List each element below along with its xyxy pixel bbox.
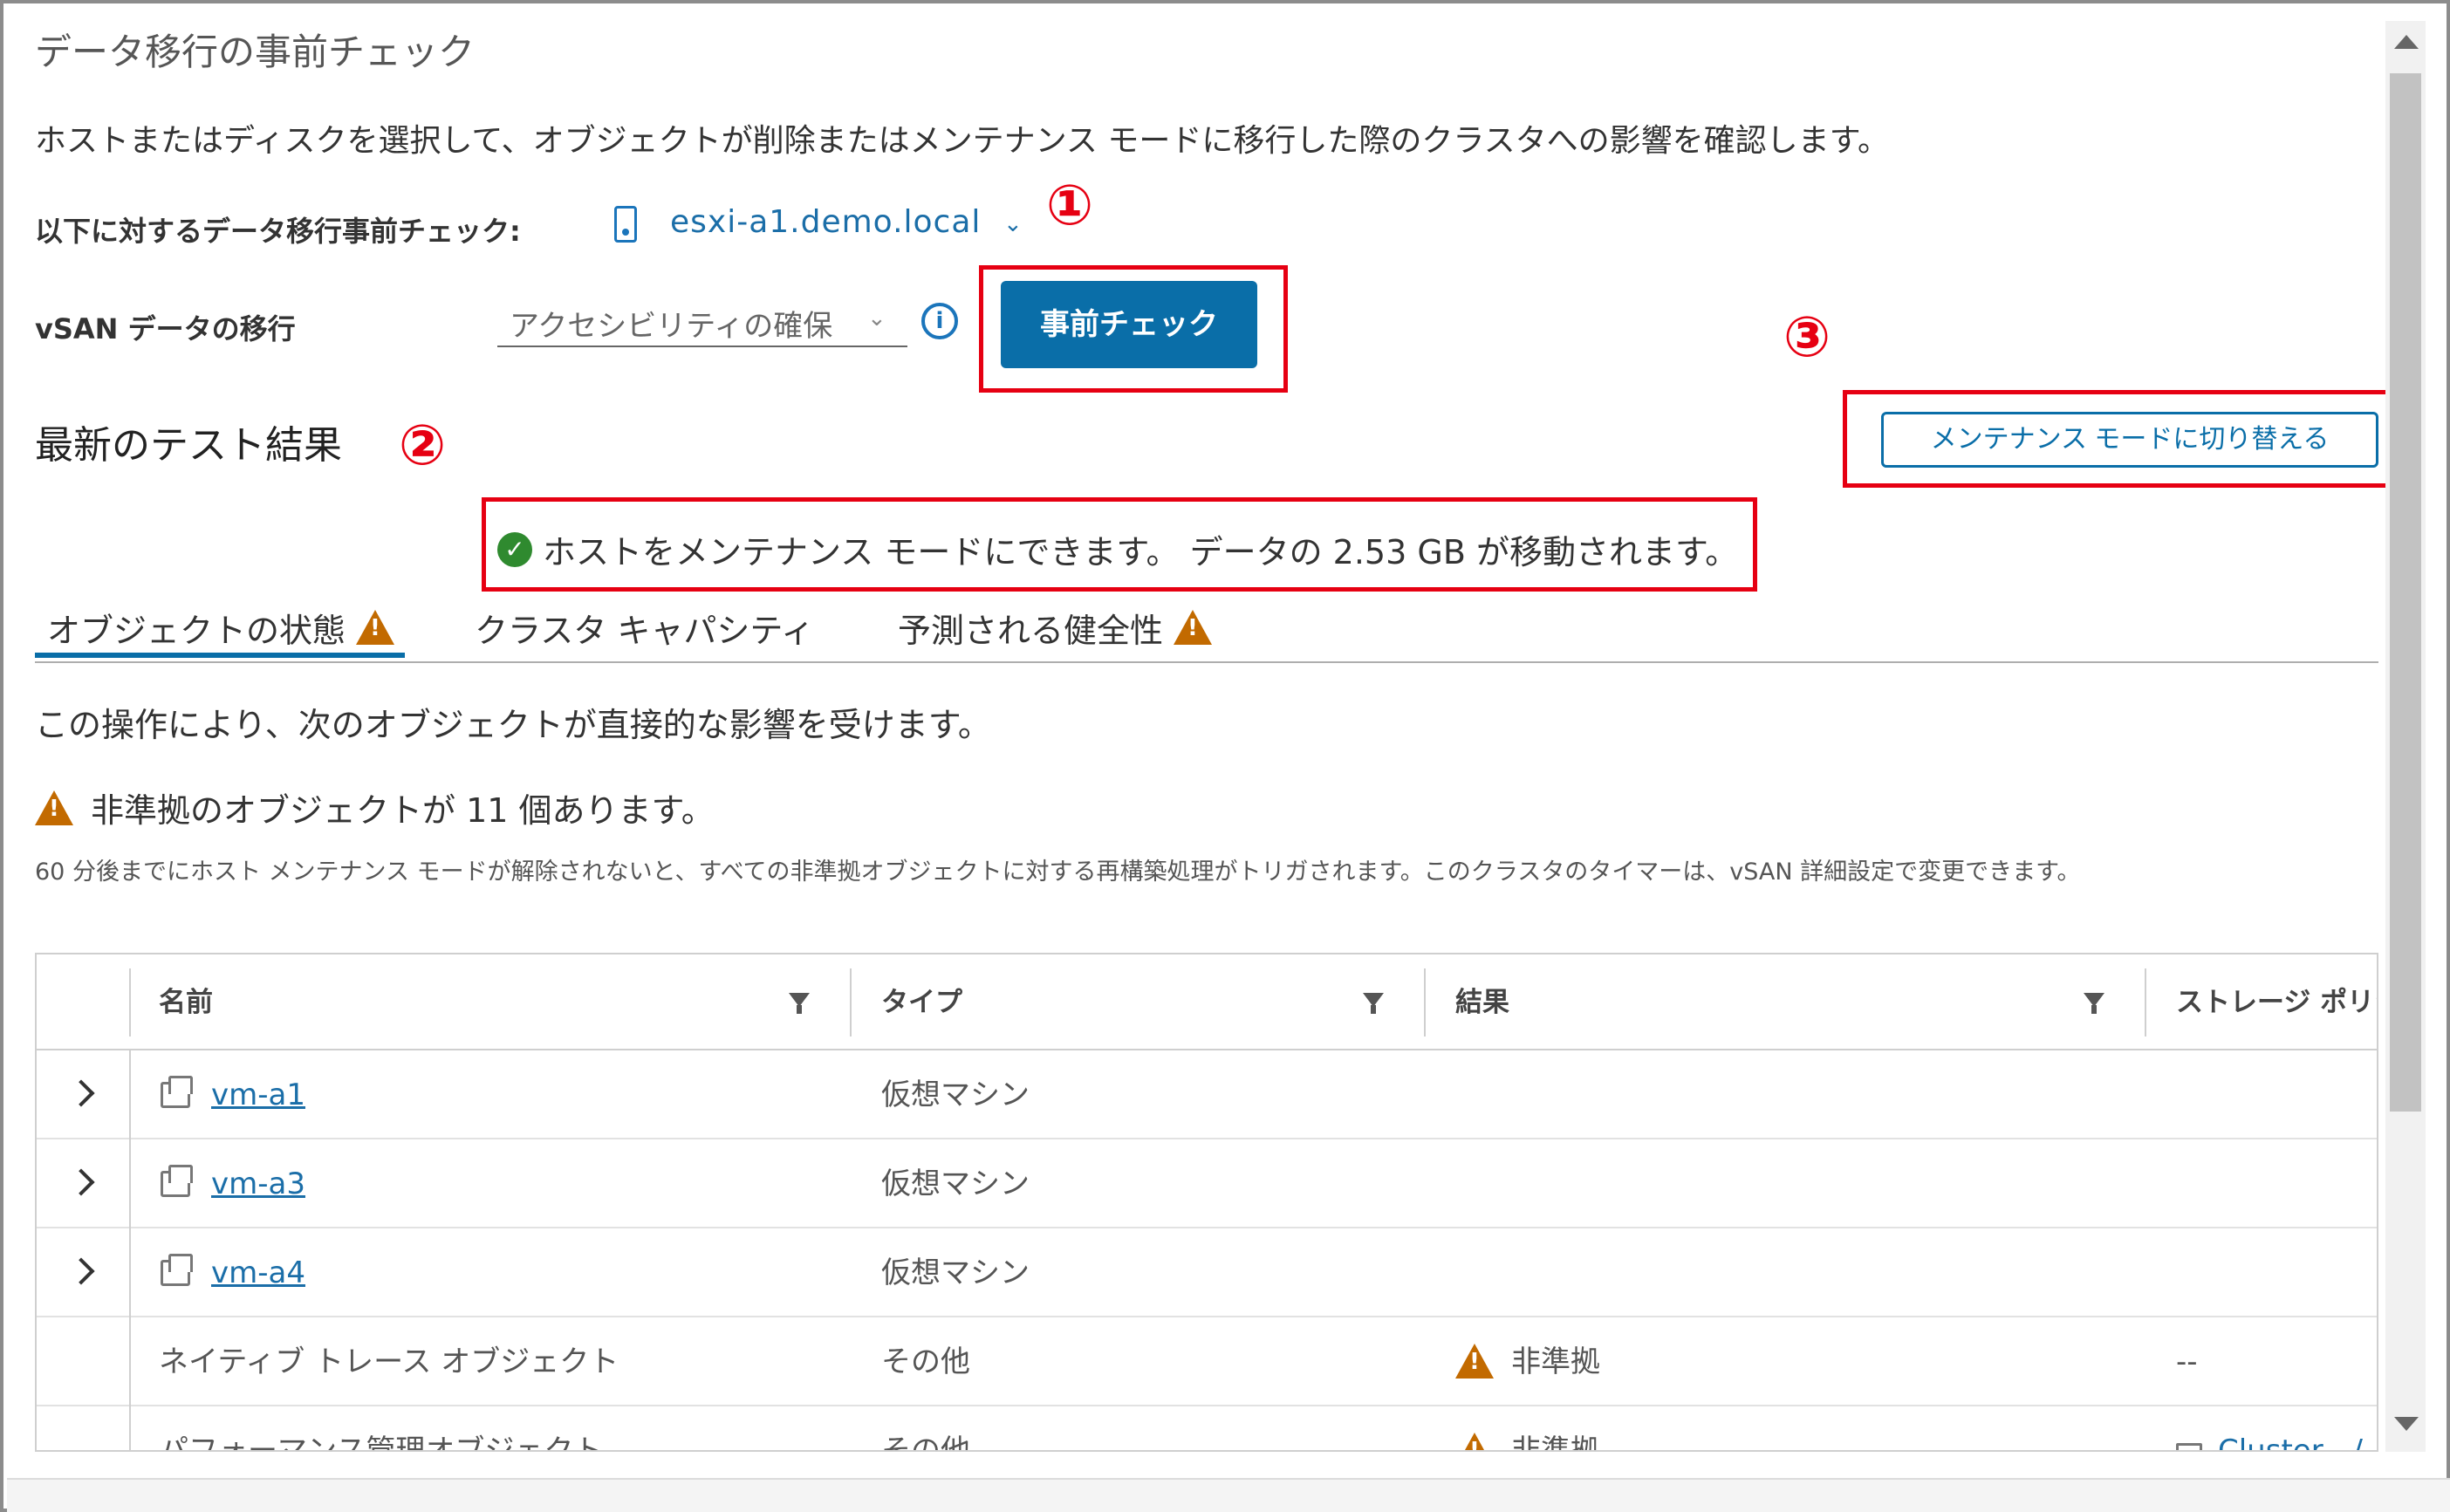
- warning-icon: [1455, 1344, 1494, 1379]
- select-chevron-icon[interactable]: ⌄: [867, 305, 886, 332]
- column-header-result[interactable]: 結果: [1455, 954, 1509, 1050]
- column-header-type[interactable]: タイプ: [881, 954, 962, 1050]
- annotation-number-1: ①: [1046, 174, 1094, 238]
- warning-icon: [1455, 1433, 1494, 1450]
- noncompliant-text: 非準拠のオブジェクトが 11 個あります。: [91, 791, 715, 830]
- row-storage-policy: --: [2176, 1344, 2198, 1379]
- table-header: 名前 タイプ 結果 ストレージ ポリシ: [37, 954, 2377, 1050]
- annotation-box-3: [1843, 390, 2406, 488]
- tab-divider: [35, 661, 2378, 663]
- row-separator: [129, 1050, 131, 1139]
- host-select-label: 以下に対するデータ移行事前チェック:: [35, 215, 521, 248]
- row-result: 非準拠: [1511, 1433, 1600, 1452]
- annotation-box-2: [482, 497, 1757, 592]
- expand-row-icon[interactable]: [67, 1079, 95, 1107]
- annotation-number-3: ③: [1783, 305, 1831, 370]
- column-header-storage-policy[interactable]: ストレージ ポリシ: [2176, 954, 2377, 1050]
- scrollbar-thumb[interactable]: [2390, 73, 2421, 1112]
- tab-label: 予測される健全性: [898, 611, 1164, 650]
- tab-predicted-health[interactable]: 予測される健全性: [898, 597, 1213, 658]
- vsan-migration-label: vSAN データの移行: [35, 312, 296, 346]
- annotation-number-2: ②: [399, 414, 447, 478]
- timer-note: 60 分後までにホスト メンテナンス モードが解除されないと、すべての非準拠オブ…: [35, 859, 2081, 886]
- column-separator[interactable]: [850, 968, 852, 1037]
- column-separator[interactable]: [1424, 968, 1426, 1037]
- row-type: その他: [881, 1433, 970, 1452]
- vsan-migration-select[interactable]: アクセシビリティの確保: [497, 297, 907, 347]
- vm-link[interactable]: vm-a3: [211, 1166, 305, 1201]
- expand-row-icon[interactable]: [67, 1168, 95, 1196]
- tab-label: オブジェクトの状態: [47, 611, 346, 650]
- row-type: 仮想マシン: [881, 1078, 1030, 1112]
- warning-icon: [1174, 610, 1213, 645]
- filter-icon[interactable]: [2084, 993, 2104, 1014]
- vm-link[interactable]: vm-a4: [211, 1255, 305, 1290]
- row-separator: [129, 1228, 131, 1317]
- row-name: ネイティブ トレース オブジェクト: [159, 1344, 619, 1379]
- filter-icon[interactable]: [1363, 993, 1384, 1014]
- active-tab-indicator: [35, 653, 405, 658]
- table-row: パフォーマンス管理オブジェクト その他 非準拠 Cluster - /: [37, 1406, 2377, 1452]
- vm-icon: [161, 1254, 193, 1286]
- column-separator: [129, 968, 131, 1037]
- expand-row-icon[interactable]: [67, 1257, 95, 1285]
- scroll-down-icon[interactable]: [2394, 1417, 2419, 1431]
- dialog-description: ホストまたはディスクを選択して、オブジェクトが削除またはメンテナンス モードに移…: [35, 123, 1890, 159]
- vm-icon: [161, 1076, 193, 1108]
- table-row: ネイティブ トレース オブジェクト その他 非準拠 --: [37, 1317, 2377, 1406]
- warning-icon: [356, 610, 395, 645]
- tab-cluster-capacity[interactable]: クラスタ キャパシティ: [475, 597, 814, 658]
- row-type: 仮想マシン: [881, 1166, 1030, 1201]
- row-type: その他: [881, 1344, 970, 1379]
- row-separator: [129, 1139, 131, 1228]
- tab-object-status[interactable]: オブジェクトの状態: [47, 597, 395, 658]
- storage-policy-link[interactable]: Cluster - /: [2218, 1433, 2363, 1450]
- objects-table: 名前 タイプ 結果 ストレージ ポリシ vm-a1 仮想マシン vm-a3 仮想…: [35, 953, 2378, 1452]
- tab-label: クラスタ キャパシティ: [475, 611, 815, 650]
- host-icon: [614, 206, 637, 243]
- row-result: 非準拠: [1511, 1344, 1600, 1379]
- row-separator: [129, 1317, 131, 1406]
- host-select-link[interactable]: esxi-a1.demo.local: [670, 204, 981, 240]
- annotation-box-1: [979, 265, 1288, 393]
- table-row: vm-a3 仮想マシン: [37, 1139, 2377, 1228]
- dialog-title: データ移行の事前チェック: [35, 31, 476, 73]
- vm-link[interactable]: vm-a1: [211, 1078, 305, 1112]
- precheck-dialog: データ移行の事前チェック ホストまたはディスクを選択して、オブジェクトが削除また…: [0, 0, 2450, 1512]
- row-separator: [129, 1406, 131, 1450]
- dialog-footer: [7, 1478, 2450, 1512]
- scroll-up-icon[interactable]: [2394, 35, 2419, 49]
- vm-icon: [161, 1165, 193, 1197]
- column-header-name[interactable]: 名前: [159, 954, 213, 1050]
- warning-icon: [35, 790, 73, 825]
- info-icon[interactable]: i: [921, 303, 958, 339]
- column-separator[interactable]: [2145, 968, 2146, 1037]
- row-name: パフォーマンス管理オブジェクト: [159, 1433, 604, 1452]
- chevron-down-icon[interactable]: ⌄: [1003, 211, 1023, 237]
- latest-results-heading: 最新のテスト結果: [35, 423, 342, 468]
- row-type: 仮想マシン: [881, 1255, 1030, 1290]
- table-row: vm-a1 仮想マシン: [37, 1050, 2377, 1139]
- storage-policy-icon: [2176, 1443, 2202, 1450]
- impact-text: この操作により、次のオブジェクトが直接的な影響を受けます。: [35, 706, 991, 744]
- table-row: vm-a4 仮想マシン: [37, 1228, 2377, 1317]
- filter-icon[interactable]: [789, 993, 810, 1014]
- noncompliant-notice: 非準拠のオブジェクトが 11 個あります。: [35, 783, 715, 831]
